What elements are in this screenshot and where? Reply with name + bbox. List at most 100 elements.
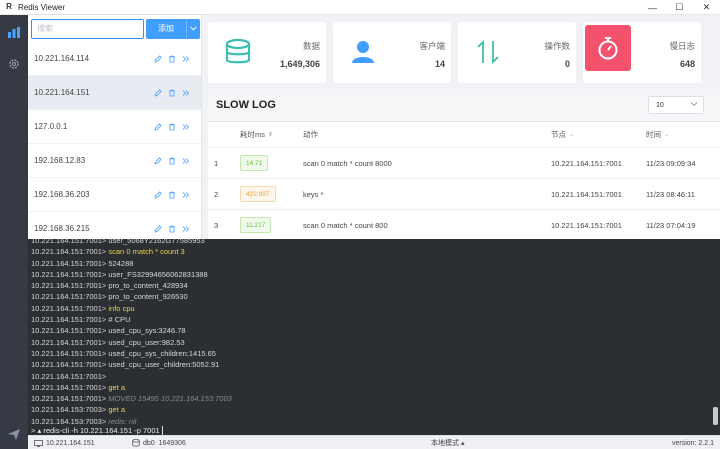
terminal-prompt: 10.221.164.151:7001> — [31, 239, 107, 245]
edit-icon[interactable] — [154, 89, 162, 97]
duration-tag: 11.217 — [240, 217, 272, 233]
window-title: Redis Viewer — [18, 2, 65, 12]
row-duration: 11.217 — [240, 210, 272, 239]
send-icon[interactable] — [7, 427, 21, 441]
connection-item[interactable]: 10.221.164.151 — [28, 76, 201, 110]
terminal-line: 10.221.164.151:7001> get a — [31, 382, 711, 393]
delete-icon[interactable] — [168, 157, 176, 165]
delete-icon[interactable] — [168, 55, 176, 63]
open-icon[interactable] — [182, 89, 190, 97]
chevron-down-icon — [190, 26, 197, 31]
column-command: 动作 — [303, 130, 318, 139]
settings-icon[interactable] — [7, 57, 21, 71]
stat-value: 1,649,306 — [279, 59, 320, 69]
user-icon — [347, 36, 379, 68]
maximize-button[interactable]: ☐ — [666, 0, 693, 15]
edit-icon[interactable] — [154, 55, 162, 63]
connection-item[interactable]: 10.221.164.114 — [28, 42, 201, 76]
terminal-text: used_cpu_user_children:5052.91 — [108, 360, 220, 370]
monitor-icon — [34, 439, 43, 447]
edit-icon[interactable] — [154, 123, 162, 131]
terminal-scrollbar[interactable] — [713, 407, 718, 425]
stat-card-slowlog: 慢日志 648 — [583, 22, 701, 83]
connection-item[interactable]: 127.0.0.1 — [28, 110, 201, 144]
terminal-line: 10.221.164.151:7001> used_cpu_sys:3246.7… — [31, 325, 711, 336]
delete-icon[interactable] — [168, 123, 176, 131]
terminal-line: 10.221.164.151:7001> user_FS329946560628… — [31, 269, 711, 280]
connection-host: 192.168.36.203 — [34, 190, 90, 199]
edit-icon[interactable] — [154, 225, 162, 233]
connection-item[interactable]: 192.168.36.215 — [28, 212, 201, 239]
stat-label: 客户端 — [419, 41, 445, 51]
open-icon[interactable] — [182, 225, 190, 233]
connection-item[interactable]: 192.168.12.83 — [28, 144, 201, 178]
minimize-button[interactable]: — — [639, 0, 666, 15]
delete-icon[interactable] — [168, 225, 176, 233]
connection-item[interactable]: 192.168.36.203 — [28, 178, 201, 212]
page-size-value: 10 — [656, 101, 664, 109]
terminal-prompt: 10.221.164.151:7001> — [31, 269, 107, 279]
terminal-prompt: 10.221.164.151:7001> — [31, 303, 107, 313]
terminal-text: scan 0 match * count 3 — [108, 247, 185, 257]
terminal-prompt: 10.221.164.151:7001> — [31, 247, 107, 257]
stat-value: 648 — [679, 59, 695, 69]
sort-icon: ⌄ — [569, 132, 575, 138]
table-row[interactable]: 2 422.997 keys * 10.221.164.151:7001 11/… — [208, 179, 720, 210]
stat-label: 数据 — [302, 41, 320, 51]
dashboard-main: 数据 1,649,306 客户端 14 操作数 0 慢日志 648 SLOW L… — [202, 15, 720, 239]
terminal-prompt: 10.221.164.151:7001> — [31, 394, 107, 404]
delete-icon[interactable] — [168, 191, 176, 199]
dashboard-icon[interactable] — [7, 25, 21, 39]
open-icon[interactable] — [182, 55, 190, 63]
open-icon[interactable] — [182, 191, 190, 199]
terminal-prompt: 10.221.164.151:7001> — [31, 326, 107, 336]
column-time[interactable]: 时间 ⌄ — [646, 122, 669, 147]
terminal-prompt: 10.221.164.151:7001> — [31, 315, 107, 325]
transfer-arrows-icon — [472, 36, 504, 68]
database-icon — [222, 36, 254, 68]
column-duration[interactable]: 耗时ms ⬍ — [240, 122, 273, 147]
terminal-text: MOVED 15495 10.221.164.153:7003 — [108, 394, 232, 404]
duration-tag: 422.997 — [240, 186, 276, 202]
terminal-line: 10.221.164.151:7001> scan 0 match * coun… — [31, 246, 711, 257]
connection-host: 10.221.164.114 — [34, 54, 90, 63]
edit-icon[interactable] — [154, 157, 162, 165]
status-host-text: 10.221.164.151 — [46, 439, 95, 447]
row-duration: 14.71 — [240, 148, 269, 178]
text-caret — [161, 425, 163, 435]
terminal-line: 10.221.164.151:7001> pro_to_content_4289… — [31, 280, 711, 291]
terminal-prompt: 10.221.164.151:7001> — [31, 281, 107, 291]
terminal-input-line[interactable]: > ▴ redis-cli -h 10.221.164.151 -p 7001 — [31, 425, 163, 435]
terminal-prompt: 10.221.164.151:7001> — [31, 371, 107, 381]
terminal-line: 10.221.164.151:7001> MOVED 15495 10.221.… — [31, 393, 711, 404]
open-icon[interactable] — [182, 157, 190, 165]
version-label: version: 2.2.1 — [671, 439, 714, 447]
row-node: 10.221.164.151:7001 — [551, 189, 622, 199]
search-input[interactable] — [31, 18, 144, 39]
status-db-text: db0 — [143, 439, 155, 447]
page-size-select[interactable]: 10 — [648, 96, 704, 114]
app-logo: R — [6, 2, 12, 11]
delete-icon[interactable] — [168, 89, 176, 97]
slowlog-panel: SLOW LOG 10 耗时ms ⬍ 动作 节点 ⌄ 时间 ⌄ 1 14.71 sca… — [208, 89, 720, 239]
sort-icon: ⬍ — [268, 132, 274, 138]
close-button[interactable]: ✕ — [693, 0, 720, 15]
table-row[interactable]: 1 14.71 scan 0 match * count 8000 10.221… — [208, 148, 720, 179]
column-node[interactable]: 节点 ⌄ — [551, 122, 574, 147]
add-menu-dropdown[interactable] — [186, 18, 200, 39]
row-index: 1 — [214, 158, 219, 168]
connection-host: 192.168.36.215 — [34, 224, 90, 233]
terminal-input[interactable]: redis-cli -h 10.221.164.151 -p 7001 — [43, 426, 159, 435]
table-row[interactable]: 3 11.217 scan 0 match * count 800 10.221… — [208, 210, 720, 239]
add-connection-button[interactable]: 添加 — [146, 18, 186, 39]
stat-value: 0 — [564, 59, 570, 69]
mode-selector[interactable]: 本地模式 ▴ — [431, 436, 464, 449]
stat-cards: 数据 1,649,306 客户端 14 操作数 0 慢日志 648 — [208, 22, 701, 83]
stat-label: 慢日志 — [669, 41, 695, 51]
open-icon[interactable] — [182, 123, 190, 131]
row-index: 3 — [214, 220, 219, 230]
slowlog-table: 耗时ms ⬍ 动作 节点 ⌄ 时间 ⌄ 1 14.71 scan 0 match * … — [208, 122, 720, 239]
redis-terminal[interactable]: 10.221.164.151:7001> user_5068Y2162G7758… — [28, 239, 720, 435]
edit-icon[interactable] — [154, 191, 162, 199]
terminal-prompt: 10.221.164.151:7001> — [31, 382, 107, 392]
